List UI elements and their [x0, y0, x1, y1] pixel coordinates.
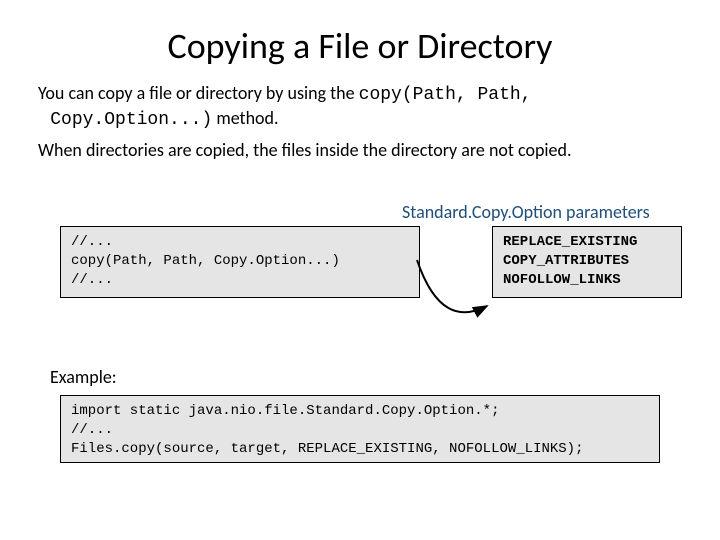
paragraph-1: You can copy a file or directory by usin…: [38, 82, 682, 133]
example-label: Example:: [50, 366, 117, 388]
slide-body: You can copy a file or directory by usin…: [0, 82, 720, 162]
options-header: Standard.Copy.Option parameters: [402, 201, 650, 223]
code-box-usage: //... copy(Path, Path, Copy.Option...) /…: [60, 226, 420, 298]
arrow-icon: [415, 258, 505, 330]
slide: Copying a File or Directory You can copy…: [0, 0, 720, 540]
para1-code-1: copy(Path, Path,: [359, 85, 532, 105]
code-box-options: REPLACE_EXISTING COPY_ATTRIBUTES NOFOLLO…: [492, 226, 682, 298]
code-box-example: import static java.nio.file.Standard.Cop…: [60, 395, 660, 463]
para1-text-b: method.: [212, 107, 278, 129]
slide-title: Copying a File or Directory: [0, 0, 720, 76]
para1-text-a: You can copy a file or directory by usin…: [38, 82, 359, 104]
para1-code-2: Copy.Option...): [50, 110, 212, 130]
paragraph-2: When directories are copied, the files i…: [38, 139, 682, 162]
